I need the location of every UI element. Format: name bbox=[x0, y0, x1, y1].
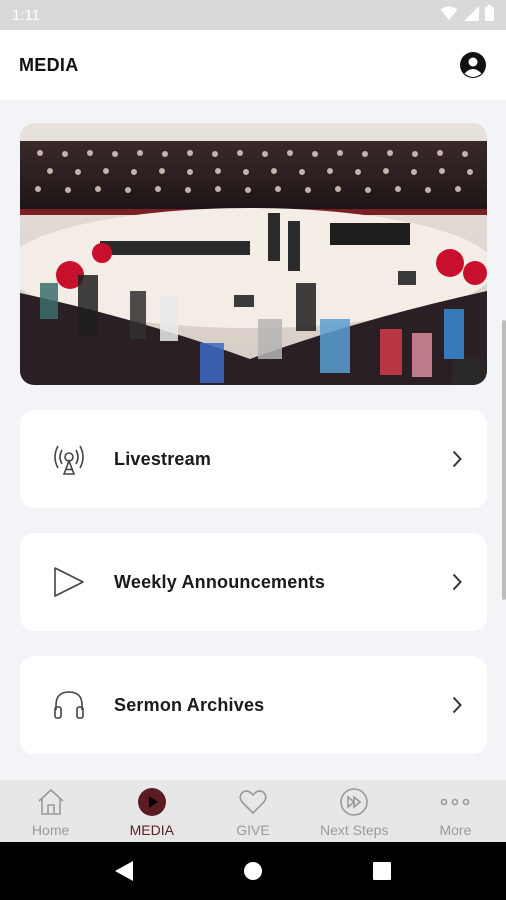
heart-icon bbox=[237, 786, 269, 818]
menu-item-label: Livestream bbox=[114, 448, 212, 469]
back-button[interactable] bbox=[104, 851, 144, 891]
menu-item-sermon-archives[interactable]: Sermon Archives bbox=[20, 656, 487, 754]
chevron-right-icon bbox=[449, 448, 465, 470]
system-nav-bar bbox=[0, 842, 506, 900]
scrollbar[interactable] bbox=[502, 320, 506, 600]
app-header: MEDIA bbox=[0, 30, 506, 100]
menu-item-weekly-announcements[interactable]: Weekly Announcements bbox=[20, 533, 487, 631]
tab-label: MEDIA bbox=[129, 822, 174, 838]
tab-media[interactable]: MEDIA bbox=[101, 780, 202, 842]
home-icon bbox=[35, 786, 67, 818]
play-outline-icon bbox=[52, 565, 86, 599]
recents-square-icon bbox=[372, 862, 391, 880]
recents-button[interactable] bbox=[362, 851, 402, 891]
page-title: MEDIA bbox=[19, 54, 79, 75]
home-button[interactable] bbox=[233, 851, 273, 891]
more-dots-icon bbox=[439, 786, 471, 818]
status-bar: 1:11 bbox=[0, 0, 506, 30]
bottom-tab-bar: Home MEDIA GIVE Next Steps More bbox=[0, 780, 506, 842]
wifi-icon bbox=[440, 6, 458, 25]
battery-icon bbox=[485, 5, 494, 25]
chevron-right-icon bbox=[449, 694, 465, 716]
fast-forward-circle-icon bbox=[338, 786, 370, 818]
tab-label: Next Steps bbox=[319, 822, 389, 838]
tab-give[interactable]: GIVE bbox=[202, 780, 303, 842]
hero-image[interactable] bbox=[20, 123, 487, 385]
status-time: 1:11 bbox=[12, 6, 41, 24]
broadcast-tower-icon bbox=[52, 442, 86, 476]
menu-item-label: Weekly Announcements bbox=[114, 571, 326, 592]
home-circle-icon bbox=[243, 862, 262, 880]
profile-button[interactable] bbox=[458, 50, 488, 80]
back-triangle-icon bbox=[115, 861, 134, 881]
tab-more[interactable]: More bbox=[405, 780, 506, 842]
main-content: Livestream Weekly Announcements Sermon A… bbox=[0, 100, 506, 780]
headphones-icon bbox=[52, 688, 86, 722]
tab-label: More bbox=[439, 822, 472, 838]
choir-sanctuary-photo bbox=[20, 123, 487, 385]
play-circle-icon bbox=[136, 786, 168, 818]
signal-icon bbox=[464, 5, 479, 25]
tab-home[interactable]: Home bbox=[0, 780, 101, 842]
tab-label: GIVE bbox=[236, 822, 270, 838]
user-circle-icon bbox=[460, 52, 486, 78]
chevron-right-icon bbox=[449, 571, 465, 593]
status-icons bbox=[440, 5, 494, 25]
menu-item-livestream[interactable]: Livestream bbox=[20, 410, 487, 508]
menu-item-label: Sermon Archives bbox=[114, 694, 265, 715]
tab-label: Home bbox=[31, 822, 70, 838]
tab-next-steps[interactable]: Next Steps bbox=[304, 780, 405, 842]
